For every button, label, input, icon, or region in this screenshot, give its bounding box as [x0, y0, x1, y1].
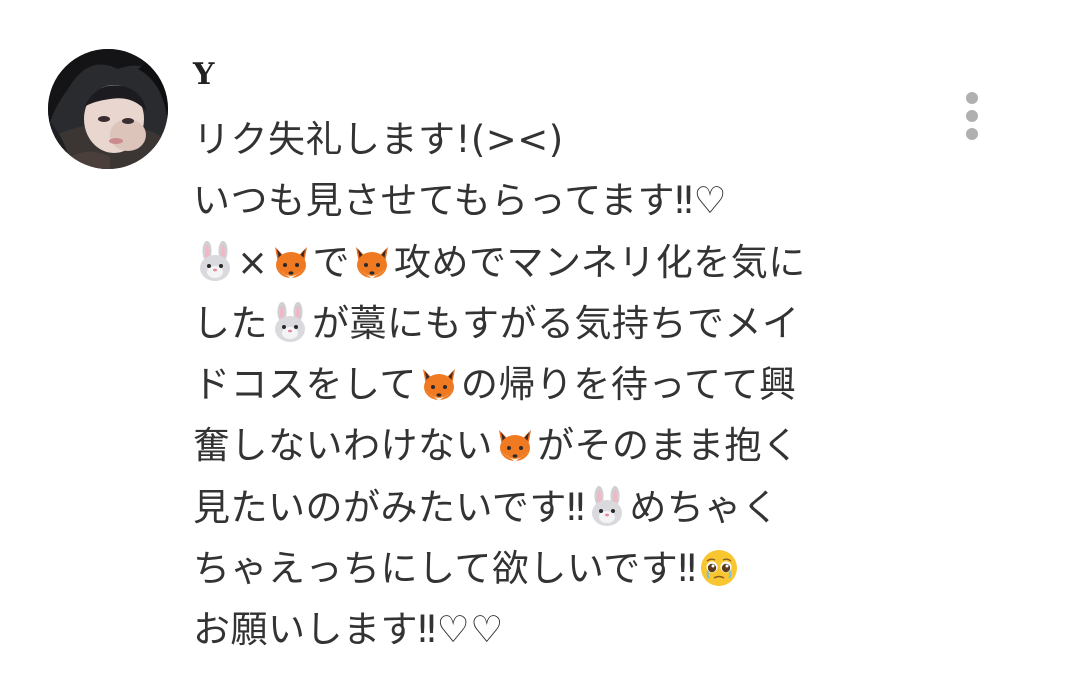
- username[interactable]: Y: [193, 56, 214, 94]
- vertical-ellipsis-icon[interactable]: [954, 84, 990, 148]
- comment-text: お願いします‼♡♡: [193, 608, 504, 652]
- comment-text: で: [312, 240, 351, 284]
- comment-line: 見たいのがみたいです‼ めちゃく: [193, 477, 913, 538]
- pleading-face-emoji-icon: [699, 549, 738, 588]
- comment-text: 攻めでマンネリ化を気に: [394, 240, 806, 284]
- comment-line: 奮しないわけない がそのまま抱く: [193, 415, 913, 476]
- comment-line: ちゃえっちにして欲しいです‼: [193, 538, 913, 599]
- fox-emoji-icon: [499, 430, 531, 463]
- avatar[interactable]: [48, 49, 168, 169]
- user-avatar-photo: [48, 49, 168, 169]
- comment-text: めちゃく: [629, 485, 780, 529]
- comment-line: お願いします‼♡♡: [193, 599, 913, 660]
- fox-emoji-icon: [274, 246, 307, 279]
- comment-text: の帰りを待ってて興: [460, 363, 797, 407]
- comment-line: リク失礼します!(><): [193, 109, 913, 170]
- rabbit-emoji-icon: [592, 485, 623, 526]
- comment-text: ちゃえっちにして欲しいです‼: [193, 547, 697, 591]
- comment-line: いつも見させてもらってます‼♡: [193, 170, 913, 231]
- comment-item: Y リク失礼します!(><) いつも見させてもらってます‼♡ × で攻めでマンネリ化を…: [0, 0, 1080, 686]
- comment-text: 奮しないわけない: [193, 424, 493, 468]
- comment-line: × で攻めでマンネリ化を気に: [193, 232, 913, 293]
- comment-text: ×: [237, 240, 269, 284]
- fox-emoji-icon: [422, 369, 455, 402]
- fox-emoji-icon: [356, 246, 389, 279]
- comment-text: リク失礼します!(><): [193, 118, 564, 161]
- comment-text: がそのまま抱く: [537, 424, 800, 468]
- rabbit-emoji-icon: [200, 240, 230, 281]
- comment-line: ドコスをして の帰りを待ってて興: [193, 354, 913, 415]
- comment-line: した が藁にもすがる気持ちでメイ: [193, 293, 913, 354]
- comment-text: いつも見させてもらってます‼♡: [193, 179, 728, 223]
- comment-text: した: [193, 301, 268, 345]
- comment-text: ドコスをして: [193, 363, 417, 407]
- rabbit-emoji-icon: [275, 301, 305, 342]
- comment-body: リク失礼します!(><) いつも見させてもらってます‼♡ × で攻めでマンネリ化を気に…: [193, 109, 913, 661]
- comment-text: が藁にもすがる気持ちでメイ: [312, 301, 800, 345]
- comment-text: 見たいのがみたいです‼: [193, 485, 586, 529]
